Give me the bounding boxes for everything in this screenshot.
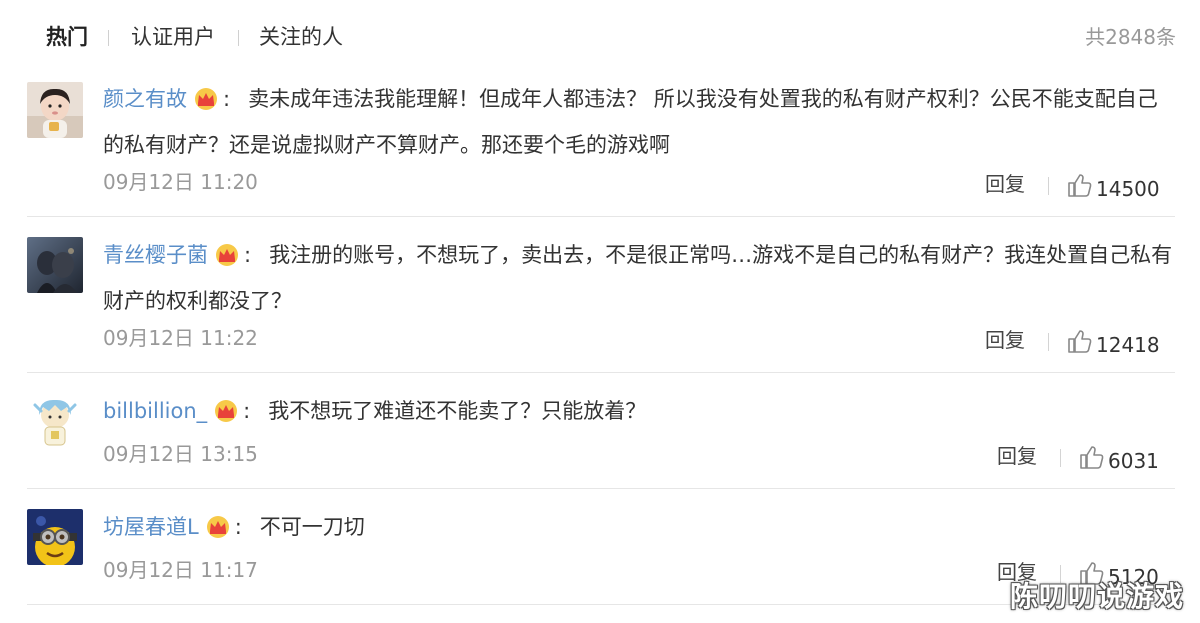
comment-content: 颜之有故: 卖未成年违法我能理解！但成年人都违法？ 所以我没有处置我的私有财产权利… [103,78,1173,166]
comment-divider [27,372,1175,373]
comment-content: billbillion_: 我不想玩了难道还不能卖了？只能放着？ [103,390,1173,436]
reply-button[interactable]: 回复 [997,442,1037,470]
comment-time: 09月12日 11:22 [103,326,258,350]
comment-divider [27,604,1175,605]
avatar[interactable] [27,393,83,449]
like-count: 6031 [1108,448,1159,473]
like-count: 12418 [1096,332,1160,357]
crown-badge-icon [193,82,219,124]
comment-content: 坊屋春道L: 不可一刀切 [103,506,1173,552]
like-button[interactable]: 6031 [1078,444,1159,477]
reply-button[interactable]: 回复 [985,170,1025,198]
action-divider [1048,177,1049,195]
tab-following[interactable]: 关注的人 [259,22,343,52]
comment-time: 09月12日 13:15 [103,442,258,466]
crown-badge-icon [205,510,231,552]
tab-verified-users[interactable]: 认证用户 [131,22,215,52]
username-link[interactable]: 青丝樱子菌 [103,243,208,267]
comment-divider [27,216,1175,217]
tab-divider [238,30,239,46]
thumbs-up-icon [1078,444,1108,477]
action-divider [1060,449,1061,467]
avatar[interactable] [27,237,83,293]
crown-badge-icon [214,238,240,280]
like-count: 14500 [1096,176,1160,201]
comment-content: 青丝樱子菌: 我注册的账号，不想玩了，卖出去，不是很正常吗…游戏不是自己的私有财产… [103,234,1173,322]
comment-text: 卖未成年违法我能理解！但成年人都违法？ 所以我没有处置我的私有财产权利？公民不能… [103,87,1158,157]
thumbs-up-icon [1066,328,1096,361]
watermark: 陈叨叨说游戏 [1009,580,1184,613]
comment-text: 不可一刀切 [259,515,365,539]
username-link[interactable]: 坊屋春道L [103,515,199,539]
avatar[interactable] [27,509,83,565]
comment-count: 共2848条 [1085,25,1176,49]
username-link[interactable]: 颜之有故 [103,87,187,111]
reply-button[interactable]: 回复 [985,326,1025,354]
tab-hot[interactable]: 热门 [46,22,88,52]
action-divider [1048,333,1049,351]
tab-divider [108,30,109,46]
crown-badge-icon [213,394,239,436]
like-button[interactable]: 12418 [1066,328,1160,361]
comment-divider [27,488,1175,489]
thumbs-up-icon [1066,172,1096,205]
comment-time: 09月12日 11:20 [103,170,258,194]
avatar[interactable] [27,82,83,138]
comment-text: 我注册的账号，不想玩了，卖出去，不是很正常吗…游戏不是自己的私有财产？我连处置自… [103,243,1173,313]
like-button[interactable]: 14500 [1066,172,1160,205]
username-link[interactable]: billbillion_ [103,399,207,423]
comment-time: 09月12日 11:17 [103,558,258,582]
comment-filter-tabs: 热门 认证用户 关注的人 共2848条 [0,0,1200,74]
comment-text: 我不想玩了难道还不能卖了？只能放着？ [268,399,647,423]
